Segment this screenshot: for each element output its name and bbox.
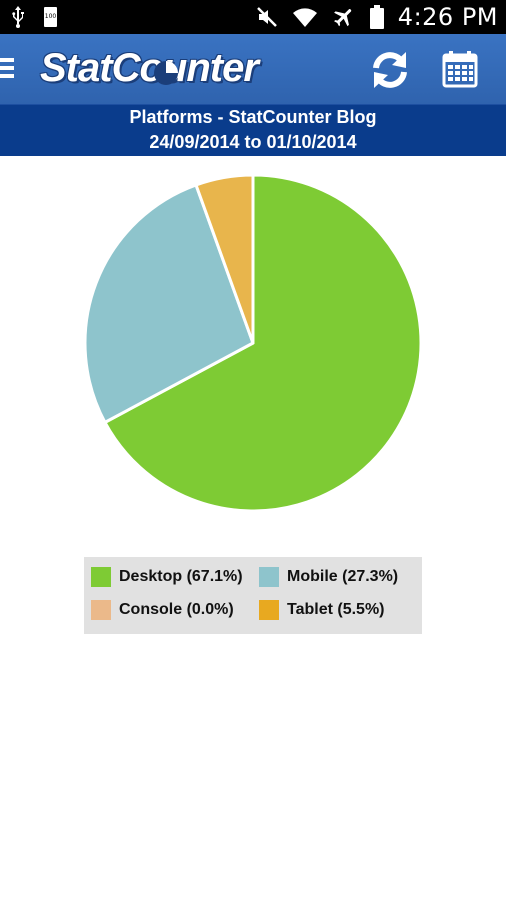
legend-swatch-console bbox=[91, 600, 111, 620]
usb-icon bbox=[12, 6, 24, 28]
legend-item-tablet: Tablet (5.5%) bbox=[259, 598, 385, 622]
legend-item-desktop: Desktop (67.1%) bbox=[91, 565, 243, 589]
report-title: Platforms - StatCounter Blog bbox=[129, 107, 377, 127]
airplane-mode-icon bbox=[333, 9, 351, 27]
legend-label-tablet: Tablet (5.5%) bbox=[287, 601, 385, 618]
legend-item-console: Console (0.0%) bbox=[91, 598, 234, 622]
legend-swatch-mobile bbox=[259, 567, 279, 587]
legend-label-desktop: Desktop (67.1%) bbox=[119, 568, 243, 585]
mute-icon bbox=[256, 7, 277, 27]
app-bar: StatCounter bbox=[0, 34, 506, 104]
status-right: 4:26 PM bbox=[256, 0, 498, 34]
report-header: Platforms - StatCounter Blog 24/09/2014 … bbox=[0, 104, 506, 156]
battery-icon bbox=[369, 5, 384, 29]
battery-notification-level: 100 bbox=[44, 13, 57, 20]
battery-notification-icon: 100 bbox=[44, 7, 57, 27]
refresh-icon[interactable] bbox=[368, 48, 412, 92]
logo-pie-icon bbox=[154, 61, 178, 85]
menu-icon[interactable] bbox=[0, 58, 14, 78]
status-time: 4:26 PM bbox=[397, 3, 498, 31]
report-date-range: 24/09/2014 to 01/10/2014 bbox=[149, 132, 357, 152]
legend-swatch-desktop bbox=[91, 567, 111, 587]
legend-label-mobile: Mobile (27.3%) bbox=[287, 568, 399, 585]
status-bar: 100 4:26 PM bbox=[0, 0, 506, 34]
calendar-icon[interactable] bbox=[438, 48, 482, 92]
wifi-icon bbox=[292, 8, 317, 27]
legend-item-mobile: Mobile (27.3%) bbox=[259, 565, 398, 589]
legend-swatch-tablet bbox=[259, 600, 279, 620]
platforms-pie-chart[interactable] bbox=[0, 156, 506, 536]
statcounter-logo: StatCounter bbox=[40, 46, 259, 90]
chart-legend: Desktop (67.1%) Mobile (27.3%) Console (… bbox=[84, 557, 422, 634]
status-left: 100 bbox=[10, 6, 57, 28]
legend-label-console: Console (0.0%) bbox=[119, 601, 234, 618]
